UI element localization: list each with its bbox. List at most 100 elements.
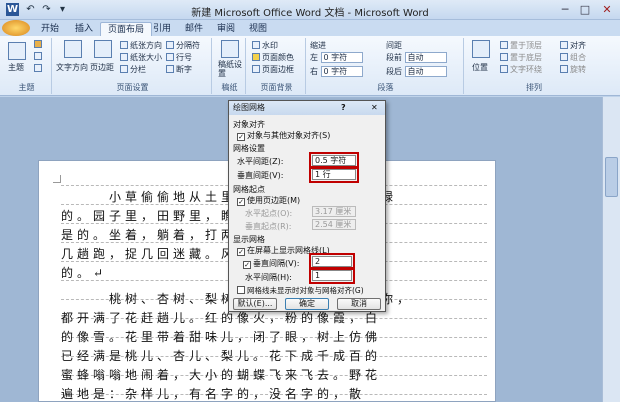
indent-right-input[interactable]: 0 字符 bbox=[320, 66, 363, 77]
align-button[interactable]: 对齐 bbox=[560, 40, 586, 51]
drawing-grid-dialog: 绘图网格 ? ✕ 对象对齐 ✓ 对象与其他对象对齐(S) 网格设置 水平间距(Z)… bbox=[228, 100, 386, 312]
margins-button[interactable]: 页边距 bbox=[90, 62, 114, 73]
ribbon-group-page-background: 水印 页面颜色 页面边框 页面背景 bbox=[248, 38, 306, 94]
send-back-button[interactable]: 置于底层 bbox=[500, 52, 542, 63]
spacing-before-label: 段前 bbox=[386, 53, 402, 62]
default-button[interactable]: 默认(E)... bbox=[233, 298, 277, 310]
group-label-manuscript: 稿纸 bbox=[221, 83, 238, 92]
position-button[interactable]: 位置 bbox=[472, 62, 488, 73]
window-title: 新建 Microsoft Office Word 文档 - Microsoft … bbox=[191, 8, 429, 19]
close-button[interactable]: ✕ bbox=[598, 2, 616, 17]
indent-left: 左 0 字符 bbox=[310, 52, 363, 63]
breaks-button[interactable]: 分隔符 bbox=[166, 40, 200, 51]
vertical-origin-input[interactable]: 2.54 厘米 bbox=[312, 219, 356, 230]
breaks-label: 分隔符 bbox=[176, 41, 200, 50]
text-direction-button[interactable]: 文字方向 bbox=[56, 62, 88, 73]
bring-front-label: 置于顶层 bbox=[510, 41, 542, 50]
office-button[interactable] bbox=[2, 20, 30, 36]
send-back-label: 置于底层 bbox=[510, 53, 542, 62]
size-button[interactable]: 纸张大小 bbox=[120, 52, 162, 63]
dialog-close-icon[interactable]: ✕ bbox=[371, 103, 378, 112]
tab-page-layout[interactable]: 页面布局 bbox=[100, 22, 153, 36]
indent-left-input[interactable]: 0 字符 bbox=[320, 52, 363, 63]
text-wrap-button[interactable]: 文字环绕 bbox=[500, 64, 542, 75]
orientation-label: 纸张方向 bbox=[130, 41, 162, 50]
rotate-button[interactable]: 旋转 bbox=[560, 64, 586, 75]
snap-when-hidden-option[interactable]: 网格线未显示时对象与网格对齐(G) bbox=[237, 285, 364, 296]
spacing-before: 段前 自动 bbox=[386, 52, 447, 63]
minimize-button[interactable]: ─ bbox=[556, 2, 574, 17]
vertical-interval-label: 垂直间隔(V): bbox=[253, 259, 300, 268]
horizontal-origin-input[interactable]: 3.17 厘米 bbox=[312, 206, 356, 217]
doc-text-line: 都开满了花赶趟儿。红的像火，粉的像霞，白 bbox=[61, 311, 382, 325]
vertical-interval-checkbox[interactable]: ✓ bbox=[243, 261, 251, 269]
page-borders-button[interactable]: 页面边框 bbox=[252, 64, 294, 75]
dialog-title: 绘图网格 bbox=[233, 103, 265, 112]
themes-button[interactable]: 主题 bbox=[8, 62, 24, 73]
hyphenation-label: 断字 bbox=[176, 65, 192, 74]
manuscript-icon bbox=[221, 40, 239, 58]
use-margins-checkbox[interactable]: ✓ bbox=[237, 198, 245, 206]
margins-icon bbox=[94, 40, 112, 58]
section-object-align: 对象对齐 bbox=[233, 120, 265, 129]
ribbon-tabs: 开始 插入 页面布局 引用 邮件 审阅 视图 bbox=[0, 20, 620, 36]
vertical-scrollbar[interactable] bbox=[602, 97, 620, 402]
horizontal-spacing-label: 水平间距(Z): bbox=[237, 157, 284, 166]
group-button[interactable]: 组合 bbox=[560, 52, 586, 63]
horizontal-spacing-input[interactable]: 0.5 字符 bbox=[312, 155, 356, 166]
rotate-label: 旋转 bbox=[570, 65, 586, 74]
tab-references[interactable]: 引用 bbox=[146, 22, 178, 36]
page-borders-label: 页面边框 bbox=[262, 65, 294, 74]
hyphenation-button[interactable]: 断字 bbox=[166, 64, 192, 75]
watermark-button[interactable]: 水印 bbox=[252, 40, 278, 51]
tab-home[interactable]: 开始 bbox=[34, 22, 66, 36]
position-icon bbox=[472, 40, 490, 58]
themes-icon bbox=[8, 42, 26, 60]
section-grid-origin: 网格起点 bbox=[233, 185, 265, 194]
cancel-button[interactable]: 取消 bbox=[337, 298, 381, 310]
theme-effects-icon[interactable] bbox=[34, 64, 44, 73]
spacing-after: 段后 自动 bbox=[386, 66, 447, 77]
spacing-after-input[interactable]: 自动 bbox=[404, 66, 447, 77]
scrollbar-thumb[interactable] bbox=[605, 157, 618, 197]
spacing-before-input[interactable]: 自动 bbox=[404, 52, 447, 63]
group-label-paragraph: 段落 bbox=[377, 83, 394, 92]
text-direction-icon bbox=[64, 40, 82, 58]
columns-button[interactable]: 分栏 bbox=[120, 64, 146, 75]
manuscript-settings-button[interactable]: 稿纸设置 bbox=[218, 60, 244, 78]
size-label: 纸张大小 bbox=[130, 53, 162, 62]
orientation-button[interactable]: 纸张方向 bbox=[120, 40, 162, 51]
page-color-button[interactable]: 页面颜色 bbox=[252, 52, 294, 63]
line-numbers-button[interactable]: 行号 bbox=[166, 52, 192, 63]
tab-insert[interactable]: 插入 bbox=[68, 22, 100, 36]
use-margins-option[interactable]: ✓ 使用页边距(M) bbox=[237, 195, 300, 206]
tab-review[interactable]: 审阅 bbox=[210, 22, 242, 36]
dialog-title-bar: 绘图网格 bbox=[229, 101, 385, 115]
indent-right-label: 右 bbox=[310, 67, 318, 76]
snap-to-objects-option[interactable]: ✓ 对象与其他对象对齐(S) bbox=[237, 130, 330, 141]
indent-left-label: 左 bbox=[310, 53, 318, 62]
theme-fonts-icon[interactable] bbox=[34, 52, 44, 61]
vertical-origin-label: 垂直起点(R): bbox=[245, 222, 292, 231]
use-margins-label: 使用页边距(M) bbox=[247, 196, 301, 205]
vertical-interval-input[interactable]: 2 bbox=[312, 256, 352, 267]
ribbon-group-paragraph: 缩进 左 0 字符 右 0 字符 间距 段前 自动 段后 自动 段落 bbox=[308, 38, 464, 94]
group-label-theme: 主题 bbox=[18, 83, 35, 92]
maximize-button[interactable]: □ bbox=[576, 2, 594, 17]
indent-right: 右 0 字符 bbox=[310, 66, 363, 77]
spacing-heading: 间距 bbox=[386, 41, 402, 50]
snap-to-objects-checkbox[interactable]: ✓ bbox=[237, 133, 245, 141]
ok-button[interactable]: 确定 bbox=[285, 298, 329, 310]
tab-view[interactable]: 视图 bbox=[242, 22, 274, 36]
ribbon-group-arrange: 位置 置于顶层 置于底层 文字环绕 对齐 组合 旋转 排列 bbox=[466, 38, 602, 94]
theme-colors-icon[interactable] bbox=[34, 40, 44, 49]
bring-front-button[interactable]: 置于顶层 bbox=[500, 40, 542, 51]
columns-label: 分栏 bbox=[130, 65, 146, 74]
show-gridlines-checkbox[interactable]: ✓ bbox=[237, 248, 245, 256]
vertical-spacing-input[interactable]: 1 行 bbox=[312, 169, 356, 180]
tab-mailings[interactable]: 邮件 bbox=[178, 22, 210, 36]
vertical-interval-option[interactable]: ✓ 垂直间隔(V): bbox=[243, 258, 299, 269]
horizontal-interval-input[interactable]: 1 bbox=[312, 270, 352, 281]
dialog-help-icon[interactable]: ? bbox=[341, 103, 346, 112]
snap-when-hidden-checkbox[interactable] bbox=[237, 286, 245, 294]
